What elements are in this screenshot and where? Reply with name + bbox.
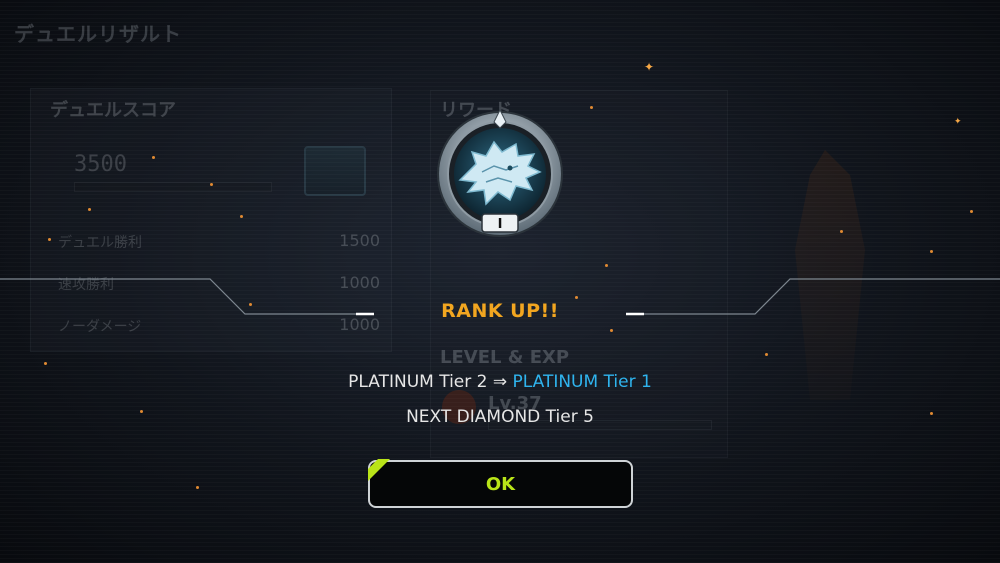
ember-particle [970,210,973,213]
badge-tier-numeral: I [498,217,503,232]
ember-particle [610,329,613,332]
platinum-rank-badge-icon: I [437,108,563,237]
next-rank-text: NEXT DIAMOND Tier 5 [406,407,594,427]
tier-to-text: PLATINUM Tier 1 [512,372,652,392]
rank-up-title: RANK UP!! [441,300,559,322]
tier-change-text: PLATINUM Tier 2 ⇒ PLATINUM Tier 1 [0,372,1000,392]
ember-particle [575,296,578,299]
ember-particle [930,250,933,253]
ember-particle [210,183,213,186]
ok-button-label: OK [485,473,516,495]
ember-particle [44,362,47,365]
sparkle-icon: ✦ [644,60,655,74]
ember-particle [196,486,199,489]
ember-particle [765,353,768,356]
ember-particle [590,106,593,109]
ember-particle [152,156,155,159]
ok-button[interactable]: OK [368,460,633,508]
button-corner-accent-icon [368,459,390,481]
ember-particle [240,215,243,218]
ember-particle [840,230,843,233]
ember-particle [605,264,608,267]
sparkle-icon: ✦ [954,117,962,127]
tier-from-text: PLATINUM Tier 2 ⇒ [348,372,513,392]
ember-particle [88,208,91,211]
ember-particle [48,238,51,241]
